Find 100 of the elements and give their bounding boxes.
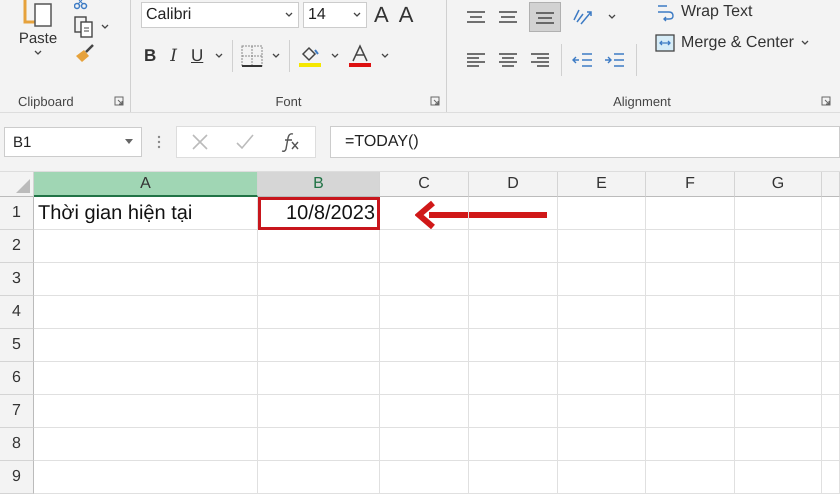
table-cell[interactable] [380, 263, 469, 296]
align-middle-icon[interactable] [497, 9, 519, 25]
table-cell[interactable] [646, 395, 735, 428]
dialog-launcher-icon[interactable] [114, 96, 124, 106]
table-cell[interactable] [380, 461, 469, 494]
table-cell[interactable] [380, 230, 469, 263]
table-cell[interactable] [558, 296, 646, 329]
table-cell[interactable] [822, 461, 840, 494]
table-cell[interactable] [646, 362, 735, 395]
row-header[interactable]: 6 [0, 362, 34, 395]
table-cell[interactable] [558, 362, 646, 395]
table-cell[interactable] [822, 197, 840, 230]
table-cell[interactable] [34, 329, 258, 362]
table-cell[interactable] [558, 230, 646, 263]
table-cell[interactable] [469, 428, 558, 461]
more-icon[interactable] [156, 134, 162, 150]
table-cell[interactable] [258, 329, 380, 362]
column-header[interactable]: B [258, 172, 380, 197]
table-cell[interactable] [258, 296, 380, 329]
table-cell[interactable]: Thời gian hiện tại [34, 197, 258, 230]
chevron-down-icon[interactable] [284, 11, 294, 19]
table-cell[interactable] [735, 362, 822, 395]
column-header[interactable]: D [469, 172, 558, 197]
chevron-down-icon[interactable] [352, 11, 362, 19]
column-header[interactable] [822, 172, 840, 197]
table-cell[interactable] [646, 296, 735, 329]
table-cell[interactable] [558, 329, 646, 362]
checkmark-icon[interactable] [235, 133, 255, 151]
decrease-indent-icon[interactable] [572, 51, 594, 69]
column-header[interactable]: A [34, 172, 258, 197]
table-cell[interactable] [646, 461, 735, 494]
table-cell[interactable] [469, 329, 558, 362]
table-cell[interactable] [646, 263, 735, 296]
table-cell[interactable] [380, 428, 469, 461]
align-center-icon[interactable] [497, 51, 519, 69]
table-cell[interactable] [34, 230, 258, 263]
dialog-launcher-icon[interactable] [430, 96, 440, 106]
table-cell[interactable] [558, 197, 646, 230]
row-header[interactable]: 9 [0, 461, 34, 494]
font-size-dropdown[interactable]: 14 [303, 2, 367, 28]
table-cell[interactable] [558, 428, 646, 461]
font-name-dropdown[interactable]: Calibri [141, 2, 299, 28]
chevron-down-icon[interactable] [800, 39, 810, 47]
table-cell[interactable] [258, 461, 380, 494]
table-cell[interactable] [469, 362, 558, 395]
paste-button[interactable]: Paste [18, 30, 58, 47]
table-cell[interactable] [258, 362, 380, 395]
copy-icon[interactable] [74, 16, 94, 38]
table-cell[interactable] [646, 197, 735, 230]
row-header[interactable]: 2 [0, 230, 34, 263]
table-cell[interactable] [34, 362, 258, 395]
table-cell[interactable] [258, 428, 380, 461]
borders-icon[interactable] [241, 45, 264, 67]
table-cell[interactable] [735, 263, 822, 296]
chevron-down-icon[interactable] [271, 52, 282, 60]
table-cell[interactable] [380, 197, 469, 230]
increase-font-size-button[interactable]: A [371, 2, 392, 28]
table-cell[interactable] [646, 230, 735, 263]
table-cell[interactable] [646, 428, 735, 461]
row-header[interactable]: 7 [0, 395, 34, 428]
table-cell[interactable] [822, 362, 840, 395]
table-cell[interactable] [735, 461, 822, 494]
row-header[interactable]: 3 [0, 263, 34, 296]
chevron-down-icon[interactable] [33, 49, 43, 57]
chevron-down-icon[interactable] [380, 52, 390, 60]
column-header[interactable]: E [558, 172, 646, 197]
table-cell[interactable] [822, 428, 840, 461]
table-cell[interactable] [735, 230, 822, 263]
table-cell[interactable] [646, 329, 735, 362]
table-cell[interactable] [469, 395, 558, 428]
table-cell[interactable] [469, 461, 558, 494]
table-cell[interactable] [469, 197, 558, 230]
table-cell[interactable] [469, 263, 558, 296]
scissors-icon[interactable] [74, 0, 88, 10]
table-cell[interactable] [380, 329, 469, 362]
column-header[interactable]: F [646, 172, 735, 197]
table-cell[interactable] [258, 395, 380, 428]
table-cell[interactable] [380, 296, 469, 329]
table-cell[interactable] [735, 428, 822, 461]
increase-indent-icon[interactable] [604, 51, 626, 69]
column-header[interactable]: C [380, 172, 469, 197]
insert-function-icon[interactable] [281, 132, 301, 152]
decrease-font-size-button[interactable]: A [396, 2, 416, 28]
wrap-text-button[interactable]: Wrap Text [681, 3, 752, 21]
table-cell[interactable] [469, 296, 558, 329]
table-cell[interactable] [558, 461, 646, 494]
align-right-icon[interactable] [529, 51, 551, 69]
chevron-down-icon[interactable] [214, 52, 224, 60]
table-cell[interactable] [34, 461, 258, 494]
chevron-down-icon[interactable] [330, 52, 340, 60]
row-header[interactable]: 4 [0, 296, 34, 329]
table-cell[interactable] [735, 329, 822, 362]
column-header[interactable]: G [735, 172, 822, 197]
table-cell[interactable] [469, 230, 558, 263]
merge-cells-icon[interactable] [655, 34, 675, 52]
table-cell[interactable] [822, 296, 840, 329]
table-cell[interactable] [558, 395, 646, 428]
row-header[interactable]: 5 [0, 329, 34, 362]
table-cell[interactable] [34, 296, 258, 329]
table-cell[interactable] [735, 395, 822, 428]
